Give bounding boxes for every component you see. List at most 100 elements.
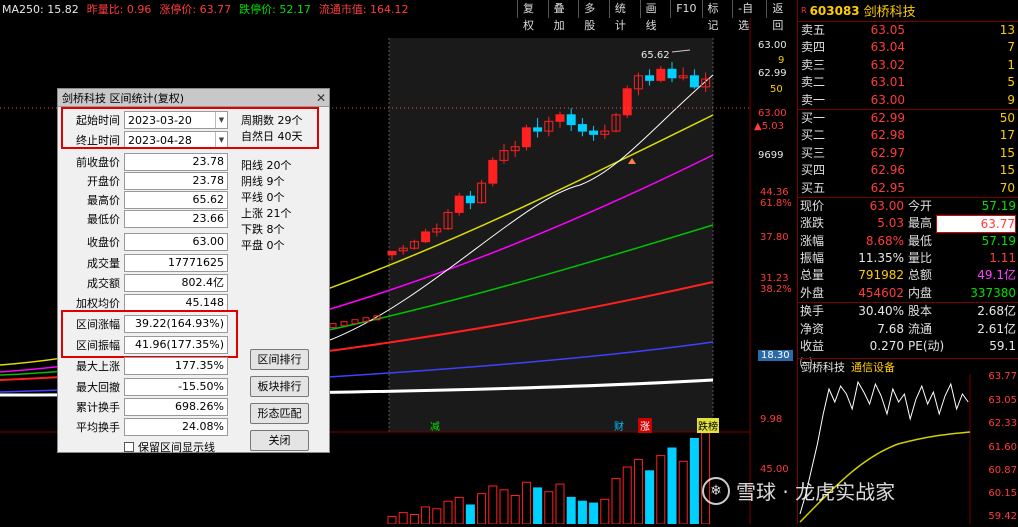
quote-stats-2: 换手 30.40% 股本 2.68亿 净资 7.68 流通 2.61亿 收益㈠ 0.270 PE… [798,303,1018,371]
ask-row[interactable]: 卖四 63.04 7 [798,39,1018,56]
volume-bar [398,512,408,524]
volume-bar [689,438,699,524]
limit-down-label: 跌停价: 52.17 [239,3,311,16]
axis-volume-top: 45.00 [760,464,789,475]
volume-bar [443,500,453,524]
candle [622,88,632,116]
volume-bar [432,508,442,524]
field-row: 成交额 802.4亿 [64,273,228,293]
close-icon[interactable]: ✕ [313,91,329,105]
candle [329,323,337,329]
bid-row[interactable]: 买一 62.99 50 [798,110,1018,127]
candle [689,75,699,88]
candle [521,127,531,148]
marker-limit-up[interactable]: 涨 [638,418,652,433]
volume-bar [600,498,610,524]
candle [387,250,397,256]
chart-toolbar: 复权 叠加 多股 统计 画线 F10 标记 -自选 返回 [517,0,798,32]
volume-bar [555,483,565,524]
mini-axis-label: 60.15 [988,488,1017,499]
bid-row[interactable]: 买五 62.95 70 [798,180,1018,197]
stat-row: 涨幅 8.68% 最低 57.19 [800,233,1016,248]
ask-row[interactable]: 卖三 63.02 1 [798,57,1018,74]
dialog-title: 剑桥科技 区间统计(复权) [62,91,185,105]
volume-bar [544,491,554,524]
count-flat-candles: 平线 0个 [241,191,285,204]
candle [656,68,666,81]
dialog-titlebar[interactable]: 剑桥科技 区间统计(复权) ✕ [58,89,329,107]
axis-count: 9699 [758,150,784,161]
bid-row[interactable]: 买二 62.98 17 [798,127,1018,144]
axis-fib-382: 38.2% [760,284,792,295]
volume-bar [645,470,655,524]
toolbar-back[interactable]: 返回 [766,0,798,32]
volume-bar [622,466,632,524]
field-row: 最大上涨 177.35% [64,356,228,376]
watermark: ❄ 雪球 · 龙虎实战家 [702,476,895,505]
stock-code: 603083 [809,3,860,18]
bid-row[interactable]: 买四 62.96 15 [798,162,1018,179]
stat-row: 收益㈠ 0.270 PE(动) 59.1 [800,339,1016,371]
ma250-label: MA250: 15.82 [2,2,79,16]
toolbar-mark[interactable]: 标记 [701,0,733,32]
stat-row: 总量 791982 总额 49.1亿 [800,268,1016,283]
keep-range-checkbox[interactable] [124,442,134,452]
count-down-candles: 阴线 9个 [241,175,285,188]
stat-row: 外盘 454602 内盘 337380 [800,285,1016,300]
stat-row: 涨跌 5.03 最高 63.77 [800,215,1016,233]
close-button[interactable]: 关闭 [250,430,309,451]
marker-dragon-tiger[interactable]: 跌榜 [697,418,719,433]
toolbar-f10[interactable]: F10 [670,0,702,18]
high-price-label: 65.62 [641,50,670,61]
count-up-candles: 阳线 20个 [241,159,292,172]
highlight-box-range [61,310,238,358]
toolbar-overlay[interactable]: 叠加 [547,0,579,32]
toolbar-watchlist[interactable]: -自选 [732,0,767,32]
candle [454,195,464,213]
mini-chart-sector[interactable]: 通信设备 [851,359,895,375]
candle [465,195,475,204]
candle [566,114,576,126]
bid-book: 买一 62.99 50 买二 62.98 17 买三 62.97 15 买四 62.96 15 … [798,110,1018,198]
limit-up-label: 涨停价: 63.77 [159,3,232,16]
keep-range-checkbox-row[interactable]: 保留区间显示线 [124,439,215,455]
pattern-match-button[interactable]: 形态匹配 [250,403,309,424]
axis-change: ▲5.03 [754,121,784,132]
marker-reduce[interactable]: 减 [430,418,440,433]
snowball-logo-icon: ❄ [702,476,730,505]
highlight-box-dates [61,107,319,149]
field-row: 最大回撤 -15.50% [64,377,228,397]
field-row: 成交量 17771625 [64,253,228,273]
volume-bar [510,495,520,524]
marker-finance[interactable]: 财 [614,418,624,433]
volume-bar [678,460,688,524]
sector-ranking-button[interactable]: 板块排行 [250,376,309,397]
ask-row[interactable]: 卖一 63.00 9 [798,92,1018,109]
toolbar-draw-line[interactable]: 画线 [639,0,671,32]
ask-row[interactable]: 卖五 63.05 13 [798,22,1018,39]
axis-vol-1: 50 [770,84,783,95]
candle [577,124,587,132]
mini-axis-label: 63.05 [988,395,1017,406]
volume-bar [667,447,677,524]
bid-row[interactable]: 买三 62.97 15 [798,145,1018,162]
volume-bar [465,504,475,524]
axis-vol-2: 9 [778,55,785,66]
range-ranking-button[interactable]: 区间排行 [250,349,309,370]
volume-bar [633,458,643,524]
stat-row: 换手 30.40% 股本 2.68亿 [800,304,1016,319]
toolbar-restore-right[interactable]: 复权 [517,0,548,32]
volume-bar [477,493,487,524]
axis-price-7: 9.98 [760,414,783,425]
field-row: 最高价 65.62 [64,190,228,210]
axis-price-2: 62.99 [758,68,787,79]
field-row: 开盘价 23.78 [64,171,228,191]
axis-price-5: 37.80 [760,232,789,243]
toolbar-multi-stock[interactable]: 多股 [578,0,609,32]
ask-row[interactable]: 卖二 63.01 5 [798,74,1018,91]
axis-price-1: 63.00 [758,40,787,51]
range-stats-dialog[interactable]: 剑桥科技 区间统计(复权) ✕ 起始时间 2023-03-20 ▼ 终止时间 20… [57,88,330,455]
toolbar-statistics[interactable]: 统计 [608,0,640,32]
field-row: 收盘价 63.00 [64,232,228,252]
stat-row: 净资 7.68 流通 2.61亿 [800,321,1016,336]
